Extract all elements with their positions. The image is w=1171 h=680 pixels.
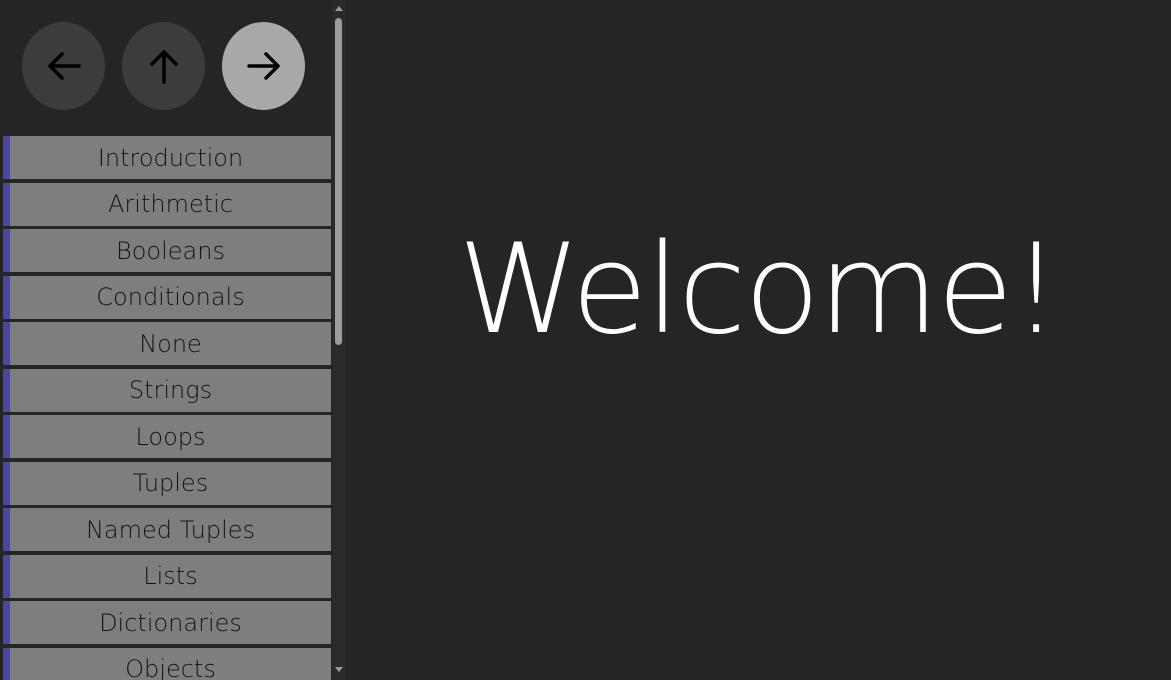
topic-label: Tuples — [132, 469, 209, 497]
scroll-thumb[interactable] — [335, 18, 342, 345]
topic-label: Introduction — [97, 143, 244, 172]
topic-dictionaries[interactable]: Dictionaries — [3, 601, 331, 644]
topic-label: Lists — [143, 562, 198, 590]
topic-lists[interactable]: Lists — [3, 554, 331, 598]
arrow-left-icon — [47, 52, 81, 80]
topic-arithmetic[interactable]: Arithmetic — [3, 182, 331, 226]
topic-objects[interactable]: Objects — [3, 647, 331, 680]
topic-label: Conditionals — [96, 283, 245, 311]
topic-booleans[interactable]: Booleans — [3, 229, 331, 272]
back-button[interactable] — [22, 22, 105, 110]
scroll-up-icon[interactable] — [335, 6, 343, 11]
up-button[interactable] — [122, 22, 205, 110]
topic-label: Loops — [135, 422, 206, 451]
topic-named-tuples[interactable]: Named Tuples — [3, 508, 331, 551]
topic-tuples[interactable]: Tuples — [3, 461, 331, 505]
topic-label: Strings — [128, 376, 213, 404]
forward-button[interactable] — [222, 22, 305, 110]
welcome-heading: Welcome! — [458, 218, 1061, 362]
nav-buttons — [0, 0, 332, 132]
arrow-up-icon — [149, 50, 178, 84]
topic-label: Arithmetic — [108, 190, 233, 218]
sidebar-scrollbar[interactable] — [332, 0, 346, 680]
topic-label: None — [139, 329, 202, 358]
topic-label: Named Tuples — [85, 515, 256, 544]
scroll-down-icon[interactable] — [335, 667, 343, 672]
topic-label: Booleans — [116, 236, 225, 265]
arrow-right-icon — [246, 52, 280, 80]
topic-introduction[interactable]: Introduction — [3, 136, 331, 179]
topic-label: Objects — [125, 655, 216, 680]
topic-conditionals[interactable]: Conditionals — [3, 275, 331, 319]
app-window: Introduction Arithmetic Booleans Conditi… — [0, 0, 1171, 680]
topic-none[interactable]: None — [3, 322, 331, 365]
topic-list: Introduction Arithmetic Booleans Conditi… — [3, 136, 331, 680]
topic-strings[interactable]: Strings — [3, 368, 331, 412]
main-content: Welcome! — [346, 0, 1171, 680]
sidebar: Introduction Arithmetic Booleans Conditi… — [0, 0, 346, 680]
topic-loops[interactable]: Loops — [3, 415, 331, 458]
topic-label: Dictionaries — [99, 608, 242, 637]
